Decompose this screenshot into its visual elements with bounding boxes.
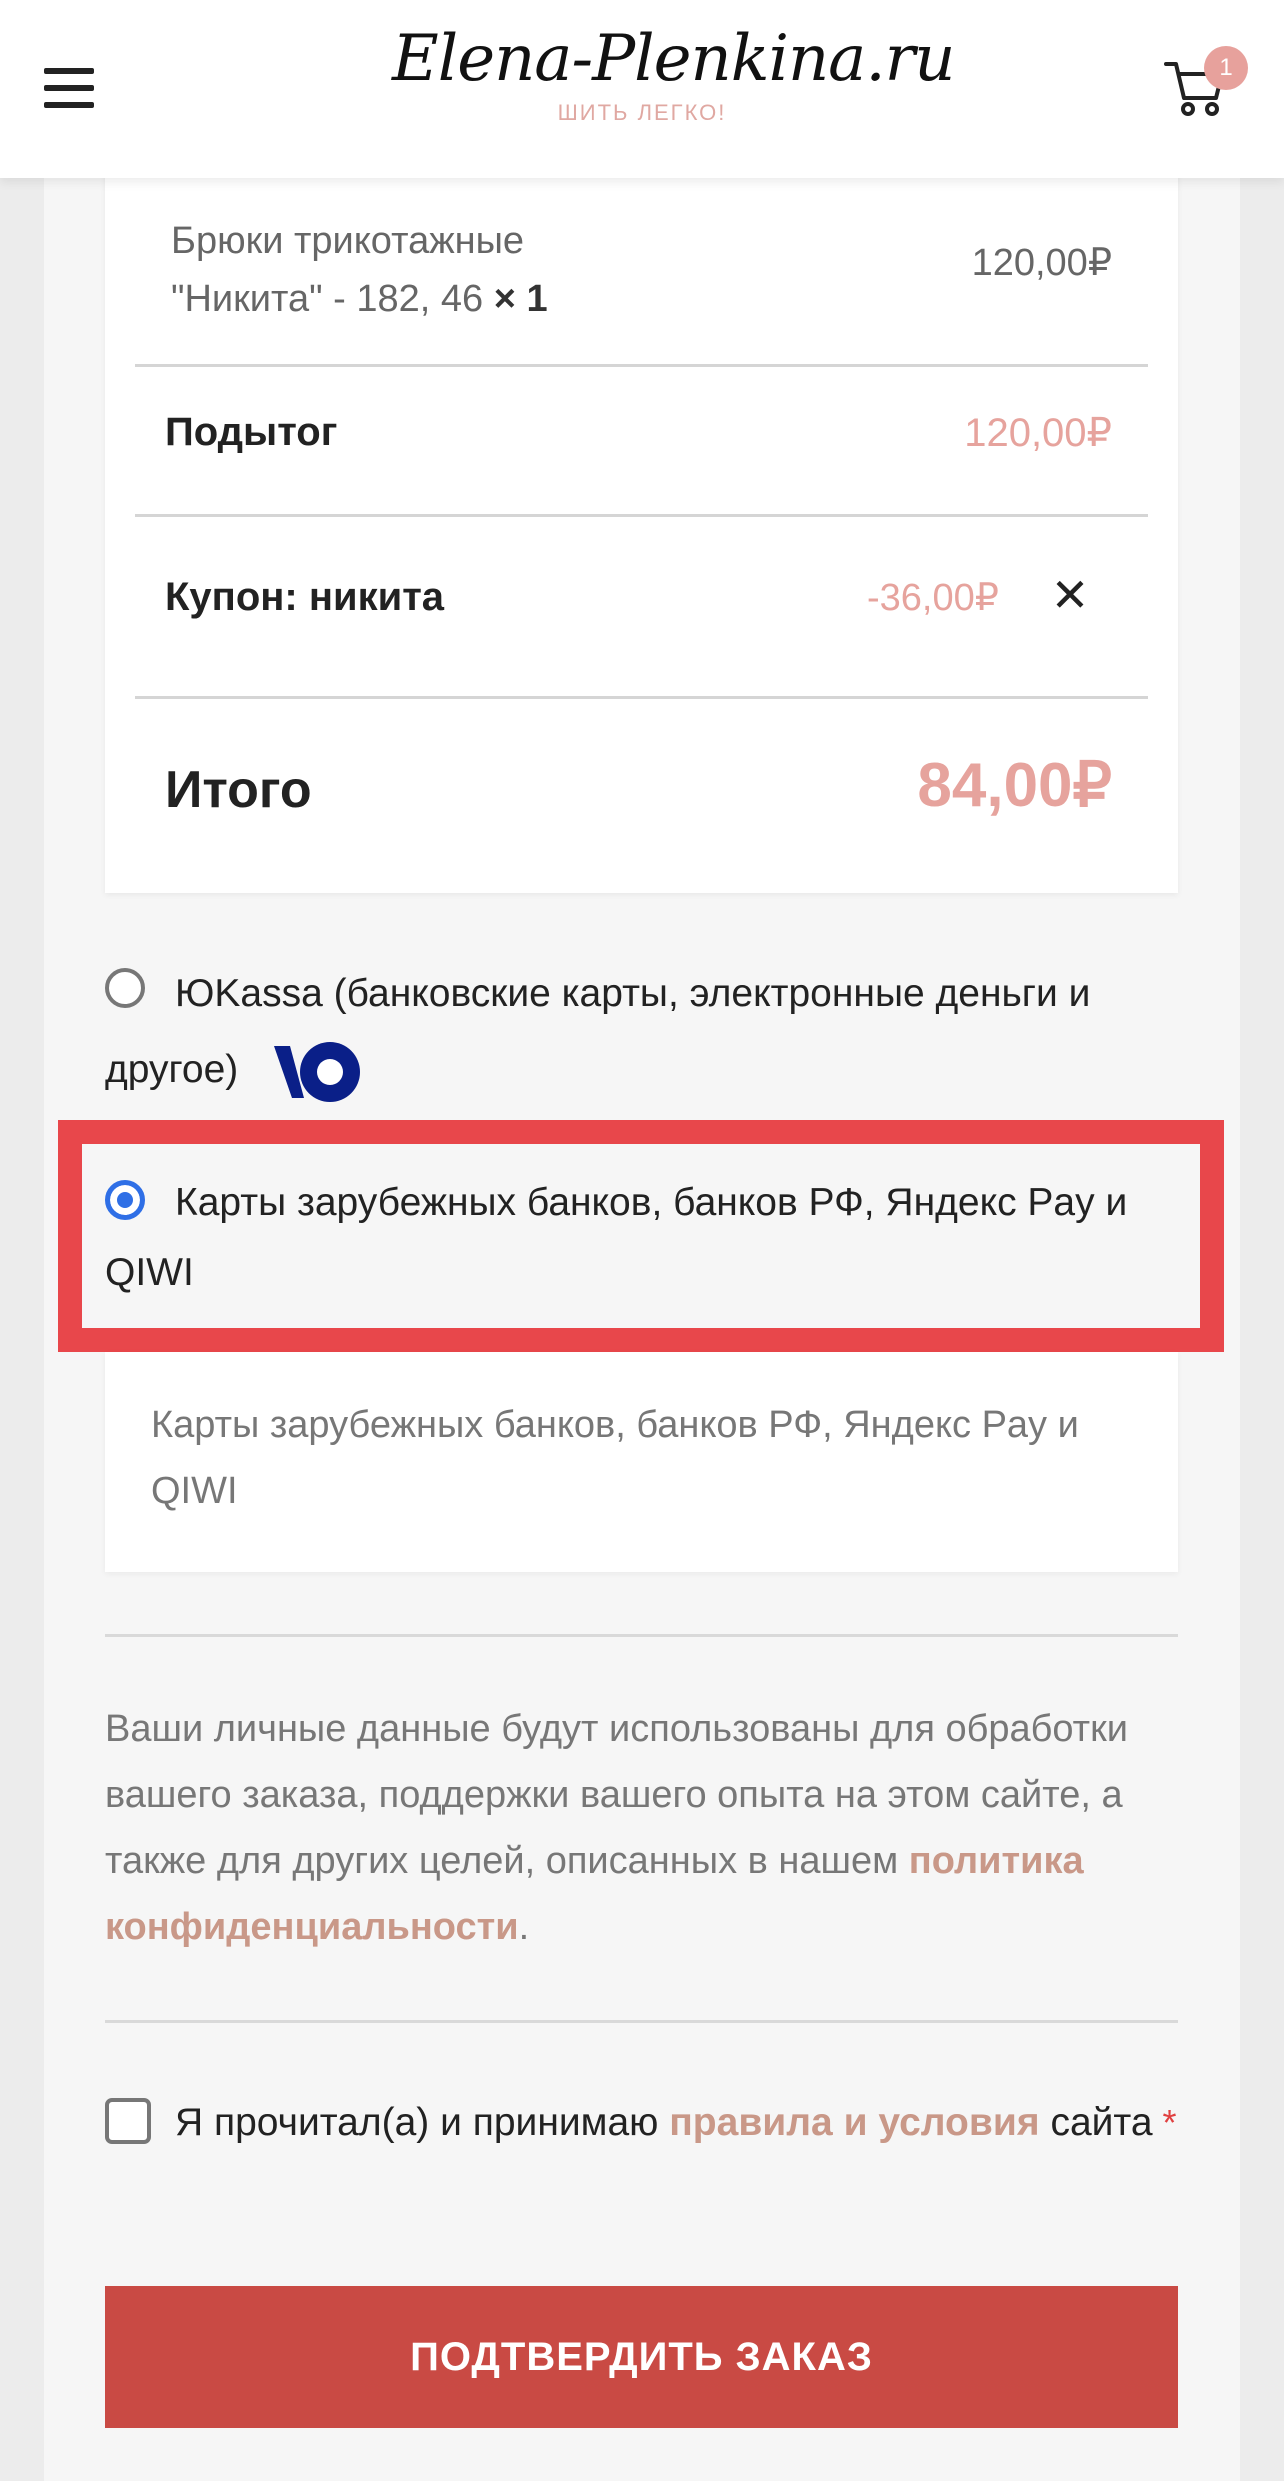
- payment-description-text: Карты зарубежных банков, банков РФ, Янде…: [151, 1404, 1079, 1512]
- coupon-label: Купон: никита: [165, 575, 445, 619]
- site-header: Elena-Plenkina.ru ШИТЬ ЛЕГКО! 1: [0, 0, 1284, 178]
- section-divider: [105, 2020, 1178, 2023]
- required-mark: *: [1162, 2102, 1177, 2143]
- row-divider: [135, 696, 1148, 699]
- row-divider: [135, 514, 1148, 517]
- yukassa-logo-icon: [272, 1038, 366, 1106]
- section-divider: [105, 1634, 1178, 1637]
- product-row: Брюки трикотажные "Никита" - 182, 46 × 1: [171, 212, 671, 328]
- payment-label-yukassa[interactable]: ЮKassa (банковские карты, электронные де…: [105, 956, 1178, 1108]
- payment-description-box: Карты зарубежных банков, банков РФ, Янде…: [105, 1352, 1178, 1572]
- terms-text: Я прочитал(а) и принимаю: [175, 2101, 659, 2144]
- payment-label-foreign-cards[interactable]: Карты зарубежных банков, банков РФ, Янде…: [105, 1168, 1178, 1308]
- coupon-discount-value: -36,00₽: [867, 577, 999, 619]
- privacy-notice-end: .: [518, 1906, 530, 1948]
- row-divider: [135, 364, 1148, 367]
- remove-coupon-icon[interactable]: ✕: [1045, 570, 1095, 620]
- cart-count-badge: 1: [1204, 46, 1248, 90]
- privacy-notice: Ваши личные данные будут использованы дл…: [105, 1696, 1178, 1960]
- site-logo[interactable]: Elena-Plenkina.ru ШИТЬ ЛЕГКО!: [392, 14, 955, 134]
- total-label: Итого: [165, 761, 312, 819]
- hamburger-menu-icon[interactable]: [44, 68, 94, 108]
- confirm-order-button[interactable]: ПОДТВЕРДИТЬ ЗАКАЗ: [105, 2286, 1178, 2428]
- subtotal-label: Подытог: [165, 410, 338, 454]
- terms-conditions-link[interactable]: правила и условия: [669, 2101, 1039, 2144]
- order-summary-card: Брюки трикотажные "Никита" - 182, 46 × 1…: [105, 120, 1178, 893]
- terms-suffix: сайта: [1050, 2101, 1153, 2144]
- logo-text: Elena-Plenkina.ru: [392, 22, 955, 96]
- total-value: 84,00₽: [917, 751, 1112, 820]
- terms-label: Я прочитал(а) и принимаю правила и услов…: [105, 2088, 1178, 2158]
- subtotal-value: 120,00₽: [964, 411, 1112, 455]
- product-name: Брюки трикотажные "Никита" - 182, 46: [171, 220, 525, 320]
- product-quantity: × 1: [493, 278, 548, 320]
- product-price: 120,00₽: [971, 242, 1112, 284]
